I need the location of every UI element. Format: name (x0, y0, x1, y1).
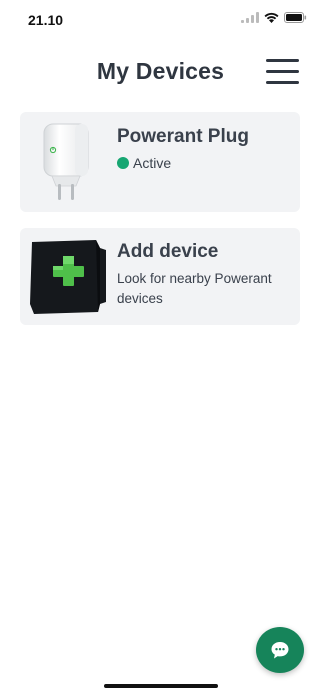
cellular-signal-icon (241, 12, 259, 23)
add-device-subtitle: Look for nearby Powerant devices (117, 271, 272, 306)
status-icons (241, 12, 307, 23)
device-card-powerant-plug[interactable]: Powerant Plug Active (20, 112, 300, 212)
device-name: Powerant Plug (117, 126, 249, 147)
home-indicator (104, 684, 218, 688)
status-time: 21.10 (28, 12, 64, 28)
hamburger-menu-icon[interactable] (266, 59, 299, 85)
device-status: Active (117, 155, 171, 171)
add-device-image (30, 238, 108, 314)
device-status-text: Active (133, 155, 172, 171)
smart-plug-image (38, 120, 94, 204)
add-device-card[interactable]: Add device Look for nearby Powerant devi… (20, 228, 300, 325)
battery-icon (284, 12, 307, 23)
chat-bubble-icon (271, 642, 289, 659)
status-bar: 21.10 (0, 0, 321, 44)
add-device-title: Add device (117, 241, 219, 262)
wifi-icon (264, 12, 279, 23)
chat-button[interactable] (256, 627, 304, 673)
status-dot-icon (117, 157, 129, 169)
header: My Devices (0, 50, 321, 94)
